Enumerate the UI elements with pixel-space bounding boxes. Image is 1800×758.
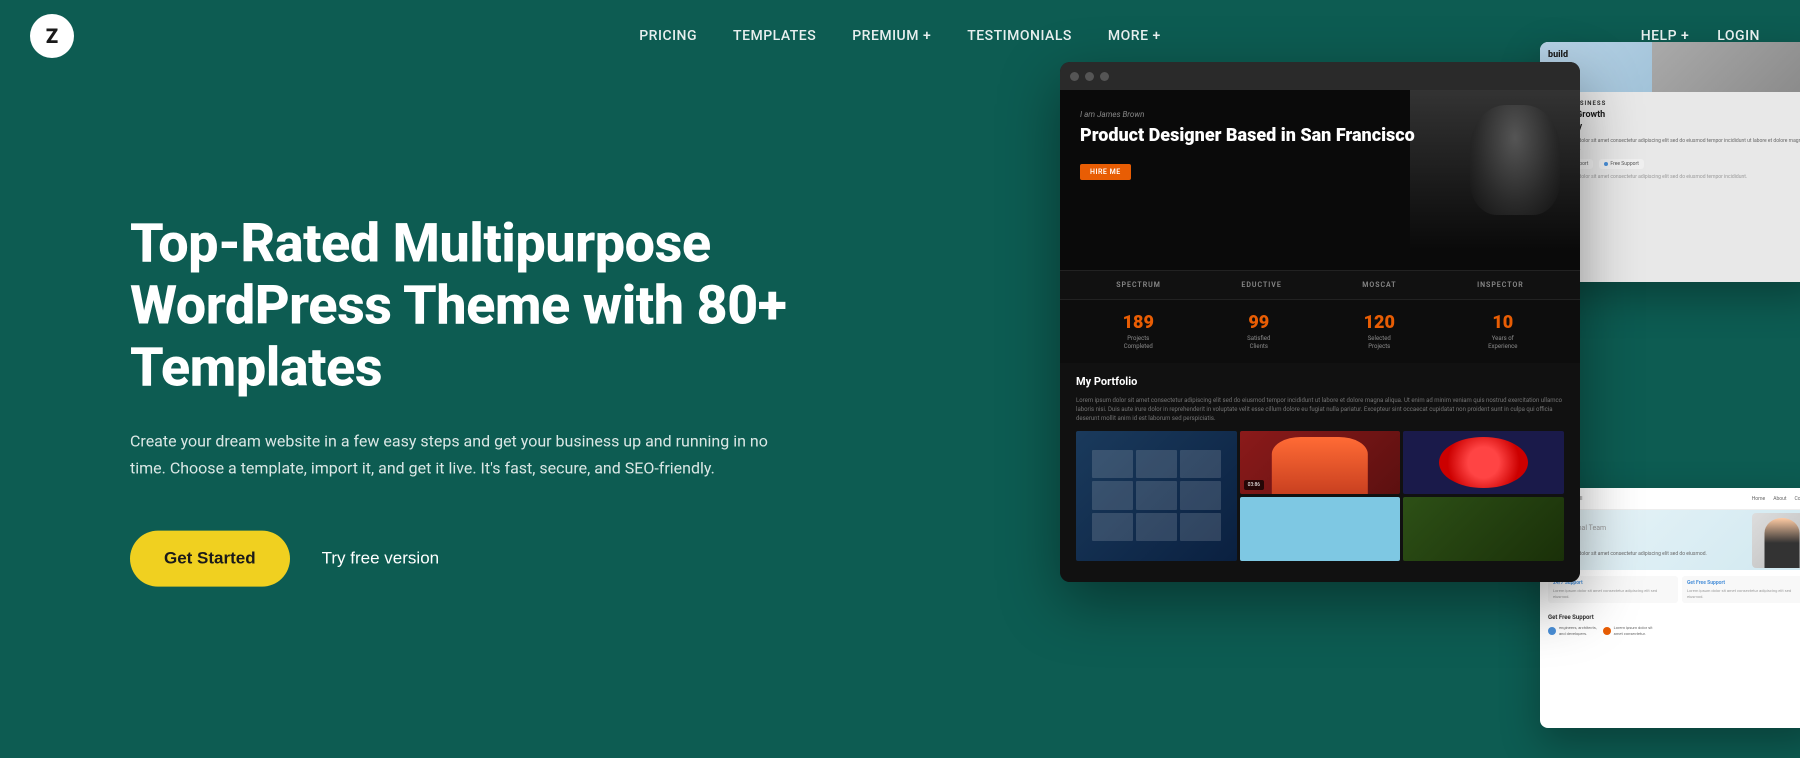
portfolio-cell-calendar xyxy=(1076,431,1237,561)
rb-contact-text-1: engineers, architects,and developers. xyxy=(1559,625,1597,636)
nav-item-testimonials[interactable]: TESTIMONIALS xyxy=(967,28,1072,44)
portfolio-cell-blue xyxy=(1240,497,1401,561)
rb-contact-icon-2 xyxy=(1603,627,1611,635)
right-top-extra-desc: Lorem ipsum dolor sit amet consectetur a… xyxy=(1548,174,1800,182)
cal-item xyxy=(1092,513,1133,541)
time-badge: 03:86 xyxy=(1244,480,1264,490)
cal-item xyxy=(1136,513,1177,541)
browser-dot-green xyxy=(1100,72,1109,81)
rb-contact-text-2: Lorem ipsum dolor sitamet consectetur. xyxy=(1614,625,1653,636)
feature-dot-2 xyxy=(1604,162,1608,166)
rb-contact-engineers: engineers, architects,and developers. xyxy=(1548,625,1597,636)
header-right-nav: HELP + LOGIN xyxy=(1641,28,1760,44)
nav-item-premium[interactable]: PREMIUM + xyxy=(852,28,931,44)
header: Z PRICING TEMPLATES PREMIUM + TESTIMONIA… xyxy=(0,0,1800,72)
rb-nav-about: About xyxy=(1773,496,1786,502)
nav-item-templates[interactable]: TEMPLATES xyxy=(733,28,816,44)
nav-item-pricing[interactable]: PRICING xyxy=(639,28,697,44)
portfolio-section-title: My Portfolio xyxy=(1076,375,1564,388)
portfolio-cta-button[interactable]: HIRE ME xyxy=(1080,164,1131,180)
right-top-label: YOUR BUSINESS xyxy=(1548,100,1800,107)
rb-hero-image xyxy=(1752,513,1800,568)
rb-feature-2-desc: Lorem ipsum dolor sit amet consectetur a… xyxy=(1687,588,1800,599)
cal-item xyxy=(1092,481,1133,509)
hero-content: Top-Rated Multipurpose WordPress Theme w… xyxy=(130,214,830,587)
browser-content: I am James Brown Product Designer Based … xyxy=(1060,90,1580,582)
portfolio-section-desc: Lorem ipsum dolor sit amet consectetur a… xyxy=(1076,396,1564,423)
cal-item xyxy=(1136,481,1177,509)
portfolio-section: My Portfolio Lorem ipsum dolor sit amet … xyxy=(1060,363,1580,573)
rb-nav-contact: Contact xyxy=(1795,496,1800,502)
cal-item xyxy=(1180,481,1221,509)
hero-buttons: Get Started Try free version xyxy=(130,530,830,586)
portfolio-grid: 03:86 xyxy=(1076,431,1564,561)
stat-experience: 10 Years ofExperience xyxy=(1488,312,1517,351)
logo[interactable]: Z xyxy=(30,14,74,58)
rb-contact-icon-1 xyxy=(1548,627,1556,635)
brand-logos-row: SPECTRUM eDUCTive MOSCAT inspector xyxy=(1060,270,1580,300)
hero-section: Top-Rated Multipurpose WordPress Theme w… xyxy=(0,72,1800,728)
rb-contact-title: Get Free Support xyxy=(1548,614,1800,621)
portfolio-cell-person: 03:86 xyxy=(1240,431,1401,495)
logo-eductive: eDUCTive xyxy=(1241,281,1281,289)
browser-dot-yellow xyxy=(1085,72,1094,81)
cal-item xyxy=(1180,513,1221,541)
logo-spectrum: SPECTRUM xyxy=(1116,281,1161,289)
logo-moscat: MOSCAT xyxy=(1362,281,1396,289)
feature-label-2: Free Support xyxy=(1610,161,1639,167)
calendar-grid xyxy=(1092,450,1221,541)
stat-projects: 189 ProjectsCompleted xyxy=(1123,312,1154,351)
nav-item-more[interactable]: MORE + xyxy=(1108,28,1161,44)
nav-item-login[interactable]: LOGIN xyxy=(1717,28,1760,44)
stat-label-clients: SatisfiedClients xyxy=(1247,335,1270,351)
logo-letter: Z xyxy=(46,24,58,48)
main-nav: PRICING TEMPLATES PREMIUM + TESTIMONIALS… xyxy=(639,28,1161,44)
rb-nav-home: Home xyxy=(1752,496,1765,502)
main-browser-preview: I am James Brown Product Designer Based … xyxy=(1060,62,1580,582)
portfolio-main-title: Product Designer Based in San Francisco xyxy=(1080,125,1560,147)
right-top-desc: Lorem ipsum dolor sit amet consectetur a… xyxy=(1548,138,1800,153)
feature-badge-free: Free Support xyxy=(1599,159,1644,169)
stat-number-clients: 99 xyxy=(1247,312,1270,333)
hero-description: Create your dream website in a few easy … xyxy=(130,428,770,482)
rb-feature-1-desc: Lorem ipsum dolor sit amet consectetur a… xyxy=(1553,588,1673,599)
cal-item xyxy=(1092,450,1133,478)
stats-row: 189 ProjectsCompleted 99 SatisfiedClient… xyxy=(1060,300,1580,363)
stat-number-experience: 10 xyxy=(1488,312,1517,333)
try-free-button[interactable]: Try free version xyxy=(322,548,439,568)
portfolio-hero: I am James Brown Product Designer Based … xyxy=(1060,90,1580,270)
cal-item xyxy=(1136,450,1177,478)
rb-contact-items: engineers, architects,and developers. Lo… xyxy=(1548,625,1800,636)
cal-item xyxy=(1180,450,1221,478)
rb-feature-2: Get Free Support Lorem ipsum dolor sit a… xyxy=(1682,576,1800,603)
right-top-features: 24/7 Support Free Support xyxy=(1548,159,1800,169)
browser-dot-red xyxy=(1070,72,1079,81)
logo-inspector: inspector xyxy=(1477,281,1524,289)
stat-label-selected: SelectedProjects xyxy=(1364,335,1395,351)
right-top-heading: Online GrowthStrategy xyxy=(1548,110,1800,133)
portfolio-cell-dark xyxy=(1403,497,1564,561)
right-bottom-contact: Get Free Support engineers, architects,a… xyxy=(1540,609,1800,641)
nav-item-help[interactable]: HELP + xyxy=(1641,28,1690,44)
stat-number-projects: 189 xyxy=(1123,312,1154,333)
rb-free-support-2: Get Free Support xyxy=(1687,580,1800,586)
stat-number-selected: 120 xyxy=(1364,312,1395,333)
stat-selected: 120 SelectedProjects xyxy=(1364,312,1395,351)
hero-screenshots: I am James Brown Product Designer Based … xyxy=(1000,42,1800,758)
rb-person xyxy=(1765,518,1800,568)
hero-title: Top-Rated Multipurpose WordPress Theme w… xyxy=(130,214,830,400)
stat-label-experience: Years ofExperience xyxy=(1488,335,1517,351)
portfolio-text: I am James Brown Product Designer Based … xyxy=(1080,110,1560,180)
stat-label-projects: ProjectsCompleted xyxy=(1123,335,1154,351)
portfolio-cell-abstract xyxy=(1403,431,1564,495)
stat-clients: 99 SatisfiedClients xyxy=(1247,312,1270,351)
portfolio-subtitle: I am James Brown xyxy=(1080,110,1560,119)
get-started-button[interactable]: Get Started xyxy=(130,530,290,586)
rb-contact-team: Lorem ipsum dolor sitamet consectetur. xyxy=(1603,625,1653,636)
